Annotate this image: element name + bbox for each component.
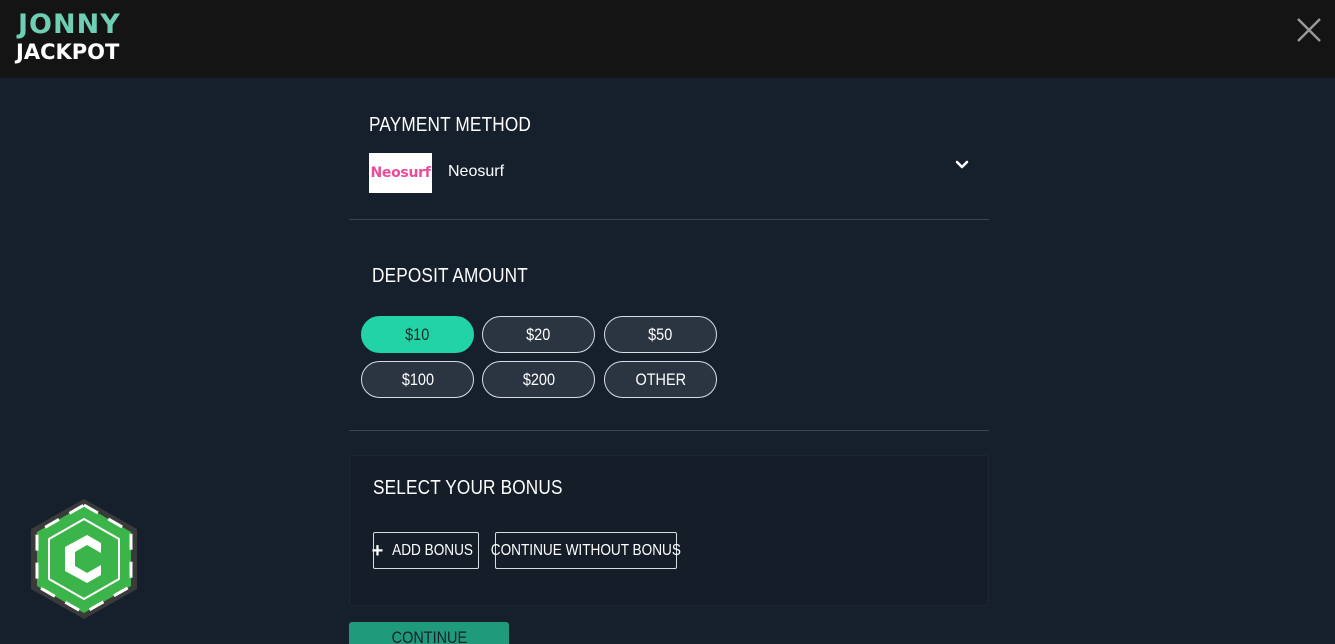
select-bonus-title: SELECT YOUR BONUS — [373, 477, 563, 499]
add-bonus-button[interactable]: + ADD BONUS — [371, 532, 479, 569]
continue-without-bonus-button[interactable]: CONTINUE WITHOUT BONUS — [491, 532, 681, 569]
amount-label: $200 — [522, 369, 555, 389]
continue-button[interactable]: CONTINUE — [349, 622, 509, 644]
amount-label: $10 — [405, 324, 430, 344]
payment-method-name: Neosurf — [448, 163, 505, 180]
jonny-jackpot-logo[interactable]: JONNY JACKPOT — [16, 10, 128, 66]
amount-option-10[interactable]: $10 — [361, 316, 474, 353]
close-icon[interactable] — [1295, 16, 1323, 44]
continue-without-bonus-label: CONTINUE WITHOUT BONUS — [490, 541, 682, 559]
divider — [349, 430, 989, 431]
neosurf-logo: Neosurf — [369, 153, 432, 193]
add-bonus-label: ADD BONUS — [392, 541, 474, 559]
top-bar: JONNY JACKPOT — [0, 0, 1335, 78]
logo-line-1: JONNY — [18, 9, 121, 40]
amount-label: $100 — [401, 369, 434, 389]
amount-option-200[interactable]: $200 — [482, 361, 595, 398]
neosurf-logo-text: Neosurf — [370, 165, 431, 181]
logo-line-2: JACKPOT — [16, 40, 120, 64]
chevron-down-icon[interactable] — [955, 158, 969, 172]
chat-badge-letter: C — [27, 497, 28, 498]
payment-method-title: PAYMENT METHOD — [369, 114, 532, 136]
payment-method-dropdown[interactable]: Neosurf Neosurf — [369, 153, 979, 193]
amount-option-50[interactable]: $50 — [604, 316, 717, 353]
amount-option-100[interactable]: $100 — [361, 361, 474, 398]
amount-label: $50 — [648, 324, 673, 344]
amount-option-20[interactable]: $20 — [482, 316, 595, 353]
amount-label: OTHER — [635, 369, 686, 389]
amount-label: $20 — [526, 324, 551, 344]
deposit-amount-title: DEPOSIT AMOUNT — [372, 265, 528, 287]
amount-option-other[interactable]: OTHER — [604, 361, 717, 398]
chat-badge-icon[interactable]: C — [27, 497, 141, 621]
divider — [349, 219, 989, 220]
continue-label: CONTINUE — [391, 628, 467, 644]
plus-icon: + — [371, 539, 384, 562]
